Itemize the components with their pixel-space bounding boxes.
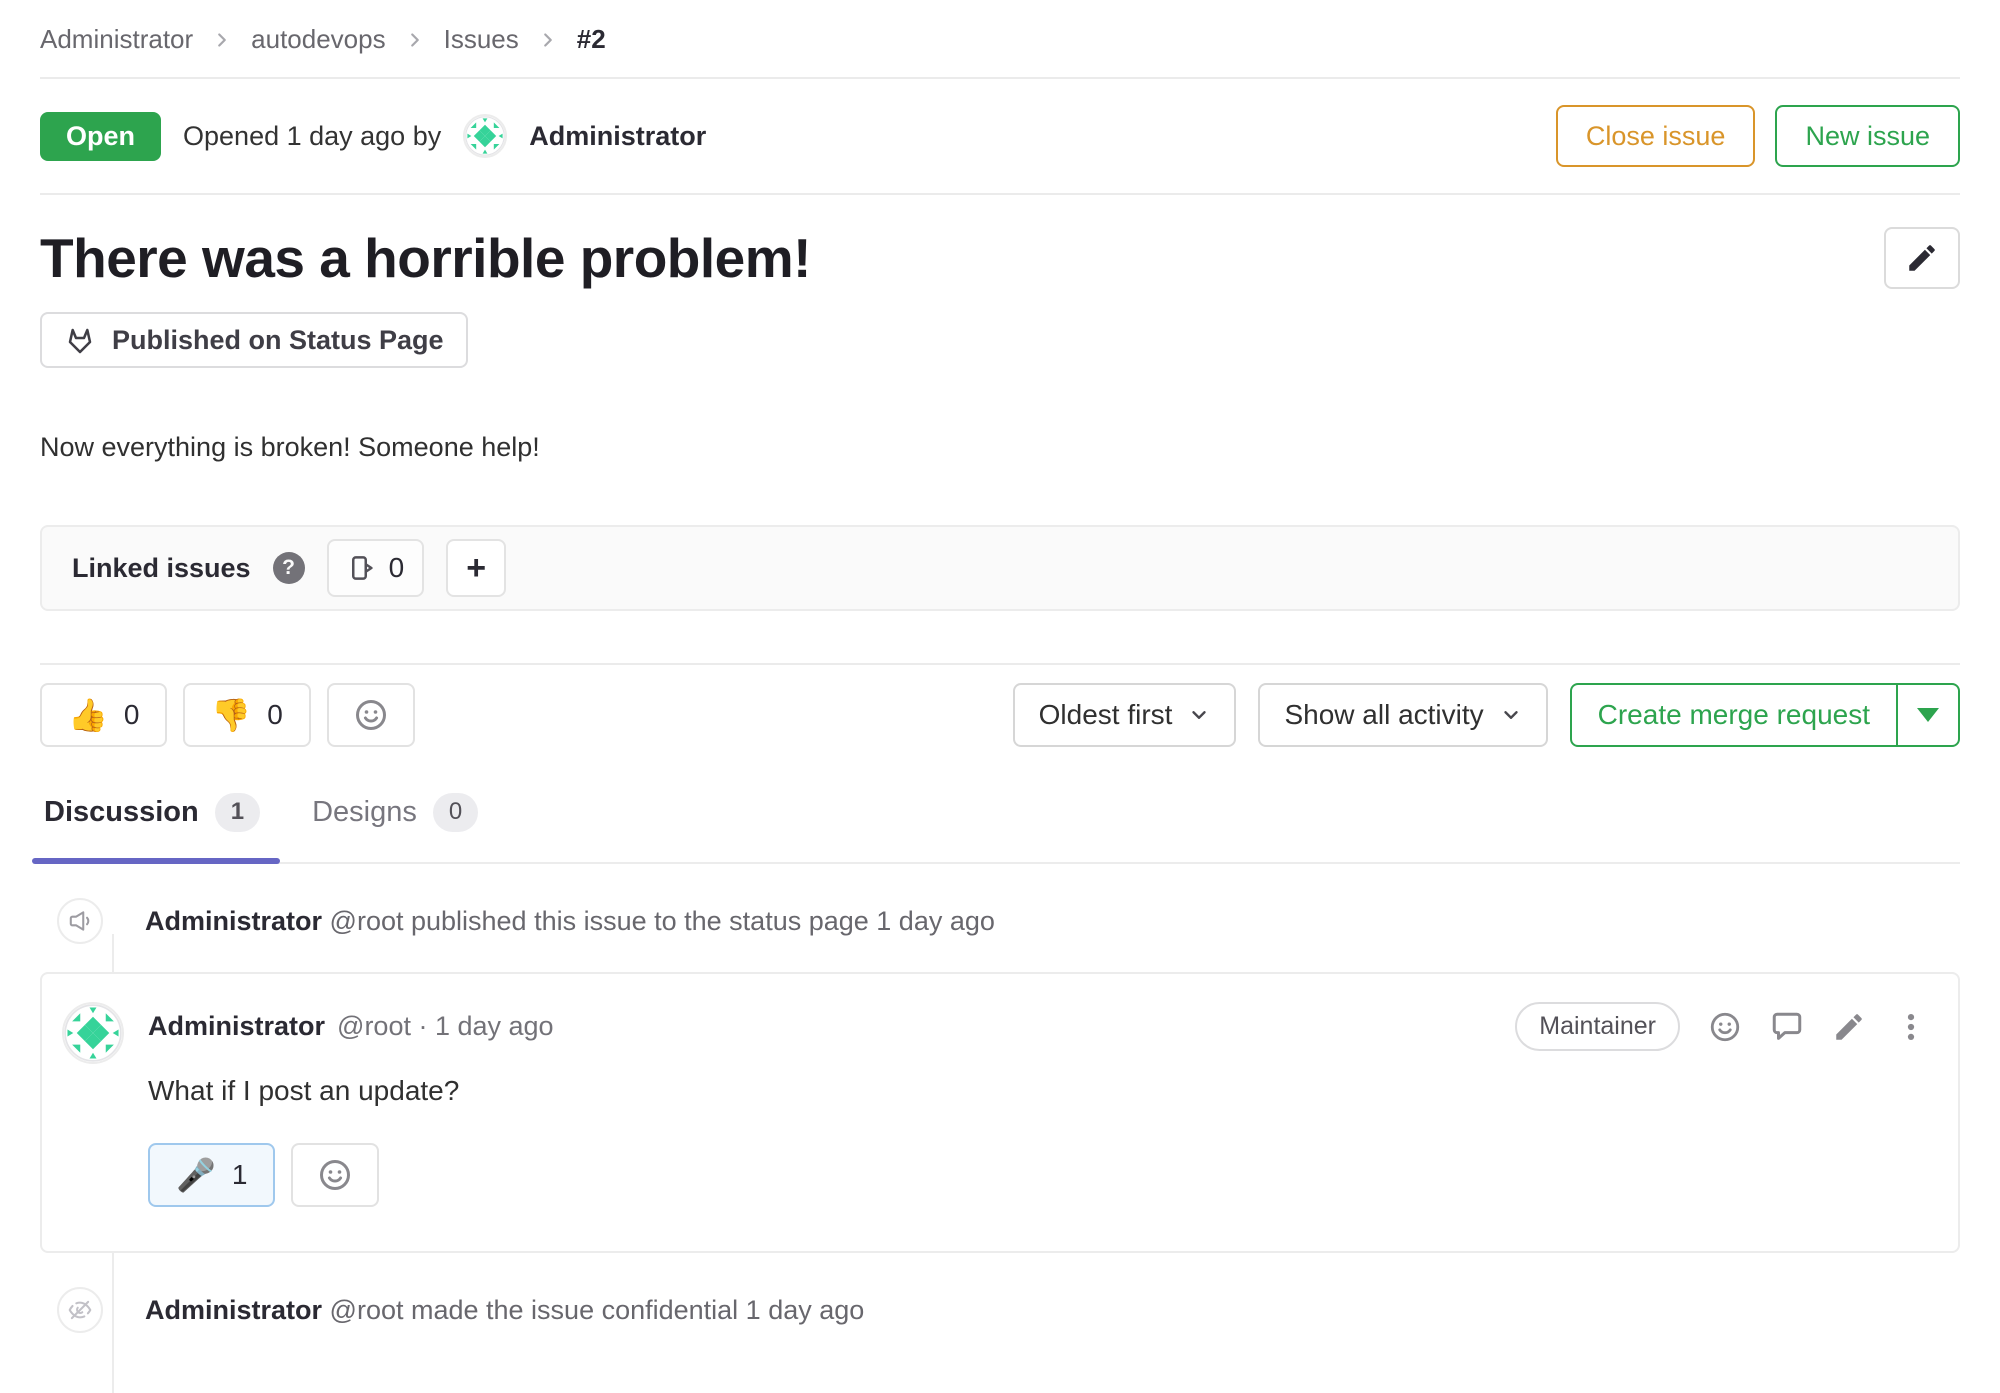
awards-toolbar-row: 👍 0 👎 0 Oldest first Show all activity xyxy=(40,665,1960,761)
pencil-icon xyxy=(1905,241,1939,275)
create-merge-request-button[interactable]: Create merge request xyxy=(1572,685,1896,745)
issue-tabs: Discussion 1 Designs 0 xyxy=(40,761,1960,864)
thumbs-up-award-button[interactable]: 👍 0 xyxy=(40,683,167,747)
discussion-timeline: Administrator @root published this issue… xyxy=(40,864,1960,1333)
chevron-down-icon xyxy=(1500,704,1522,726)
breadcrumb-project[interactable]: autodevops xyxy=(251,24,385,55)
more-actions-icon[interactable] xyxy=(1894,1010,1928,1044)
issue-title: There was a horrible problem! xyxy=(40,227,811,290)
new-issue-button[interactable]: New issue xyxy=(1775,105,1960,167)
title-row: There was a horrible problem! xyxy=(40,227,1960,290)
avatar[interactable] xyxy=(463,114,507,158)
divider xyxy=(40,193,1960,195)
comment-actions: Maintainer xyxy=(1515,1002,1928,1051)
smiley-icon xyxy=(317,1157,353,1193)
avatar[interactable] xyxy=(62,1002,124,1064)
add-reaction-icon[interactable] xyxy=(1708,1010,1742,1044)
issue-document-icon xyxy=(347,553,377,583)
thumbs-down-count: 0 xyxy=(267,699,283,731)
comment-content: Administrator @root · 1 day ago Maintain… xyxy=(148,1002,1928,1207)
status-badge: Open xyxy=(40,112,161,161)
tab-discussion-label: Discussion xyxy=(44,796,199,829)
linked-issues-count: 0 xyxy=(389,552,405,584)
issue-status-row: Open Opened 1 day ago by Administrator C… xyxy=(40,79,1960,193)
published-status-page-badge: Published on Status Page xyxy=(40,312,468,368)
linked-issues-section: Linked issues ? 0 + xyxy=(40,525,1960,611)
opened-text: Opened 1 day ago by xyxy=(183,121,441,152)
close-issue-button[interactable]: Close issue xyxy=(1556,105,1756,167)
megaphone-icon xyxy=(57,898,103,944)
note-author[interactable]: Administrator xyxy=(145,906,322,936)
issue-description: Now everything is broken! Someone help! xyxy=(40,432,1960,463)
sort-dropdown[interactable]: Oldest first xyxy=(1013,683,1237,747)
sort-dropdown-label: Oldest first xyxy=(1039,699,1173,731)
comment-body: What if I post an update? xyxy=(148,1075,1928,1107)
note-body: @root published this issue to the status… xyxy=(330,906,995,936)
comment-card: Administrator @root · 1 day ago Maintain… xyxy=(40,972,1960,1253)
create-merge-request-dropdown-toggle[interactable] xyxy=(1896,685,1958,745)
gitlab-tanuki-icon xyxy=(64,324,96,356)
thumbs-up-icon: 👍 xyxy=(68,699,108,731)
add-reaction-button[interactable] xyxy=(291,1143,379,1207)
microphone-icon: 🎤 xyxy=(176,1159,216,1191)
edit-comment-icon[interactable] xyxy=(1832,1010,1866,1044)
tab-designs-label: Designs xyxy=(312,796,417,829)
system-note-published: Administrator @root published this issue… xyxy=(40,898,1960,944)
system-note-confidential: Administrator @root made the issue confi… xyxy=(40,1287,1960,1333)
note-author[interactable]: Administrator xyxy=(145,1295,322,1325)
caret-down-icon xyxy=(1917,708,1939,722)
linked-issues-count-chip: 0 xyxy=(327,539,425,597)
chevron-down-icon xyxy=(1188,704,1210,726)
tab-designs-count: 0 xyxy=(433,793,478,832)
thumbs-up-count: 0 xyxy=(124,699,140,731)
role-badge: Maintainer xyxy=(1515,1002,1680,1051)
comment-meta[interactable]: @root · 1 day ago xyxy=(337,1011,554,1042)
chevron-right-icon xyxy=(404,29,426,51)
system-note-text: Administrator @root published this issue… xyxy=(145,906,995,937)
microphone-award-count: 1 xyxy=(232,1159,248,1191)
published-status-page-label: Published on Status Page xyxy=(112,325,444,356)
note-body: @root made the issue confidential 1 day … xyxy=(330,1295,865,1325)
tab-designs[interactable]: Designs 0 xyxy=(308,769,482,862)
add-reaction-button[interactable] xyxy=(327,683,415,747)
create-merge-request-split-button: Create merge request xyxy=(1570,683,1960,747)
chevron-right-icon xyxy=(537,29,559,51)
chevron-right-icon xyxy=(211,29,233,51)
breadcrumb-group[interactable]: Administrator xyxy=(40,24,193,55)
eye-slash-icon xyxy=(57,1287,103,1333)
comment-header: Administrator @root · 1 day ago Maintain… xyxy=(148,1002,1928,1051)
breadcrumb: Administrator autodevops Issues #2 xyxy=(40,0,1960,77)
smiley-icon xyxy=(353,697,389,733)
activity-filter-dropdown[interactable]: Show all activity xyxy=(1258,683,1547,747)
activity-filter-label: Show all activity xyxy=(1284,699,1483,731)
comment-author-link[interactable]: Administrator xyxy=(148,1011,325,1042)
edit-title-button[interactable] xyxy=(1884,227,1960,289)
tab-discussion[interactable]: Discussion 1 xyxy=(40,769,264,862)
issue-page: Administrator autodevops Issues #2 Open … xyxy=(0,0,2000,1333)
breadcrumb-current-issue: #2 xyxy=(577,24,606,55)
discussion-toolbar: Oldest first Show all activity Create me… xyxy=(1013,683,1960,747)
thumbs-down-icon: 👎 xyxy=(211,699,251,731)
header-actions: Close issue New issue xyxy=(1556,105,1960,167)
thumbs-down-award-button[interactable]: 👎 0 xyxy=(183,683,310,747)
breadcrumb-issues[interactable]: Issues xyxy=(444,24,519,55)
linked-issues-title: Linked issues xyxy=(72,553,251,584)
reply-comment-icon[interactable] xyxy=(1770,1010,1804,1044)
help-icon[interactable]: ? xyxy=(273,552,305,584)
author-link[interactable]: Administrator xyxy=(529,121,706,152)
microphone-award-button[interactable]: 🎤 1 xyxy=(148,1143,275,1207)
comment-awards: 🎤 1 xyxy=(148,1143,1928,1207)
tab-discussion-count: 1 xyxy=(215,793,260,832)
system-note-text: Administrator @root made the issue confi… xyxy=(145,1295,864,1326)
add-linked-issue-button[interactable]: + xyxy=(446,539,506,597)
